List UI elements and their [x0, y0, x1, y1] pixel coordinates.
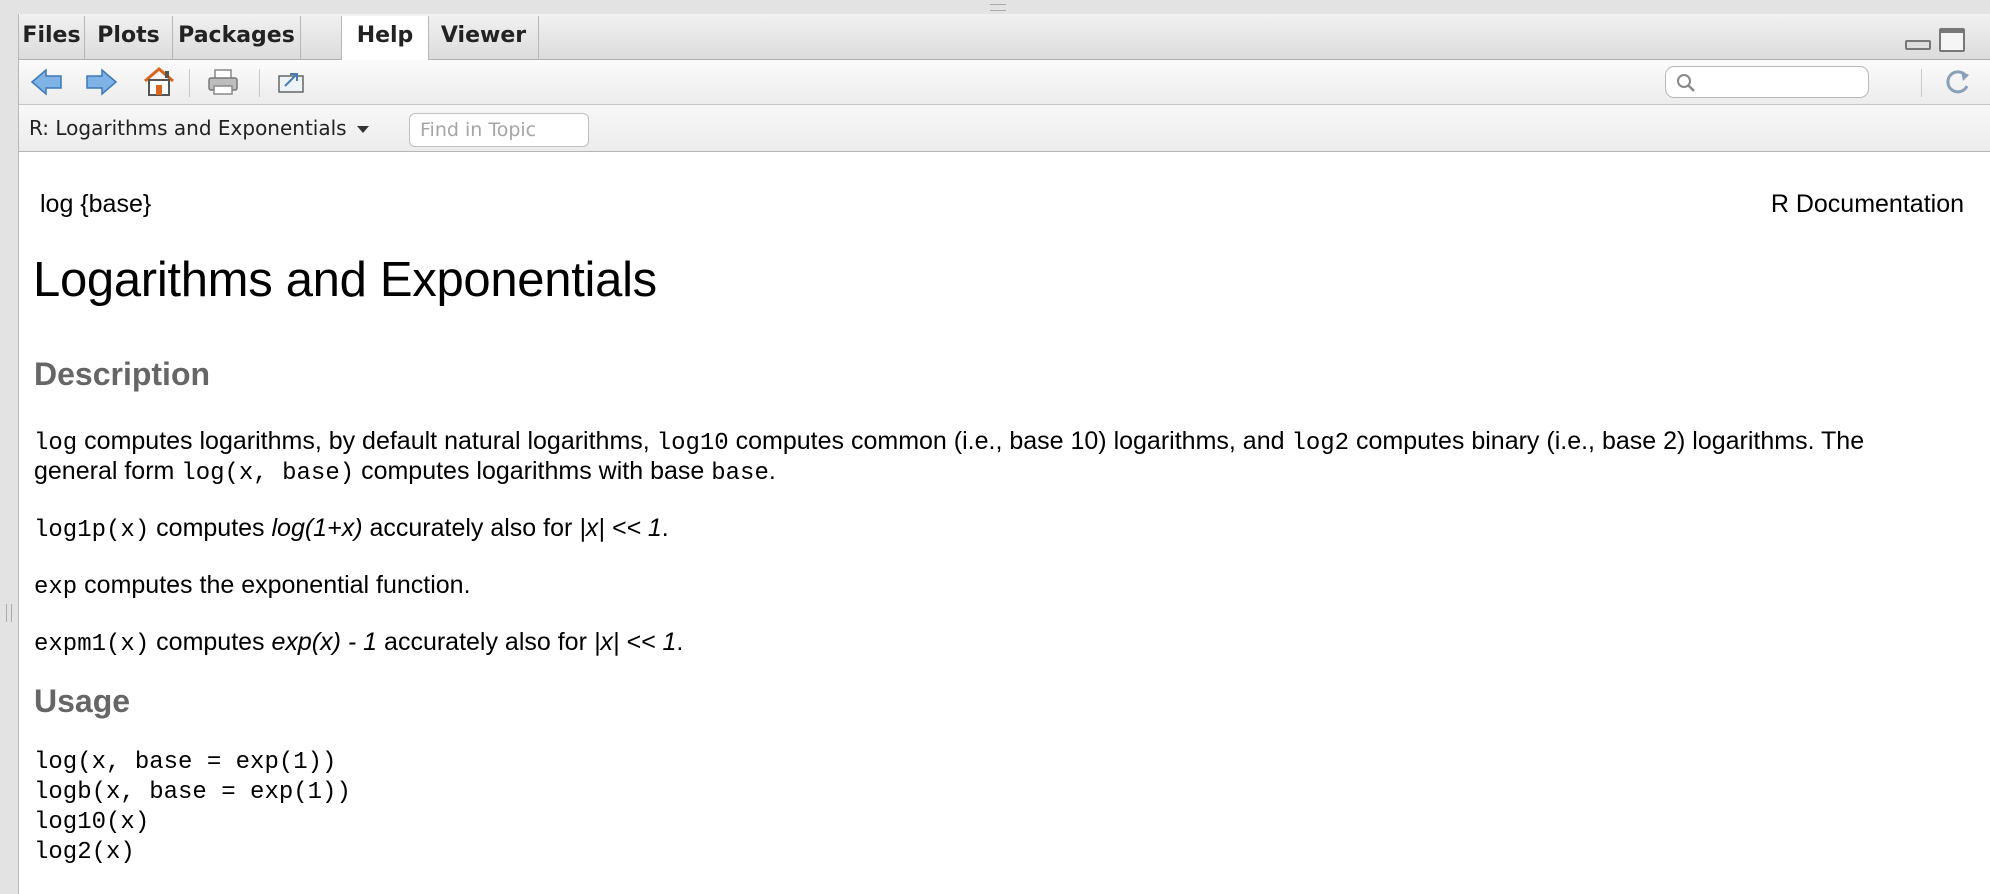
- description-paragraph: log1p(x) computes log(1+x) accurately al…: [34, 513, 1974, 546]
- page-title: Logarithms and Exponentials: [33, 253, 657, 307]
- text-span: .: [661, 514, 669, 542]
- text-span: general form: [34, 457, 182, 485]
- help-search-box[interactable]: [1665, 66, 1869, 98]
- text-span: accurately also for: [362, 514, 580, 542]
- inline-code: log(x, base): [181, 460, 355, 487]
- refresh-icon[interactable]: [1939, 66, 1975, 98]
- help-toolbar: [19, 60, 1990, 105]
- description-paragraph: general form log(x, base) computes logar…: [34, 456, 1974, 489]
- math-italic: exp(x) - 1: [271, 628, 378, 656]
- help-pane: Files Plots Packages Help Viewer R: Loga…: [18, 14, 1990, 894]
- text-span: .: [676, 628, 684, 656]
- toolbar-separator: [259, 69, 260, 97]
- inline-code: base: [711, 460, 769, 487]
- text-span: computes binary (i.e., base 2) logarithm…: [1349, 427, 1865, 455]
- tab-help[interactable]: Help: [341, 16, 429, 61]
- pane-tab-bar: Files Plots Packages Help Viewer: [19, 14, 1990, 61]
- text-span: .: [768, 457, 776, 485]
- text-span: computes the exponential function.: [77, 571, 471, 599]
- code-line: log2(x): [34, 839, 135, 866]
- usage-code-block: log(x, base = exp(1)) logb(x, base = exp(…: [34, 748, 351, 868]
- tab-files[interactable]: Files: [19, 16, 85, 60]
- math-italic: |x| << 1: [579, 514, 662, 542]
- text-span: computes logarithms with base: [354, 457, 712, 485]
- topic-bar: R: Logarithms and Exponentials: [19, 105, 1990, 152]
- text-span: computes: [149, 628, 272, 656]
- find-in-topic-input[interactable]: [409, 113, 589, 147]
- description-paragraph: exp computes the exponential function.: [34, 570, 1974, 603]
- text-span: computes common (i.e., base 10) logarith…: [728, 427, 1292, 455]
- tab-packages[interactable]: Packages: [173, 16, 301, 60]
- topic-dropdown-label: R: Logarithms and Exponentials: [29, 116, 347, 140]
- code-line: log(x, base = exp(1)): [34, 749, 337, 776]
- toolbar-separator: [189, 69, 190, 97]
- splitter-grip: [990, 4, 1006, 11]
- inline-code: log10: [656, 430, 729, 457]
- open-in-window-icon[interactable]: [273, 66, 309, 98]
- inline-code: log: [34, 430, 78, 457]
- inline-code: exp: [34, 574, 78, 601]
- doc-source-label: R Documentation: [1770, 190, 1964, 218]
- chevron-down-icon: [356, 126, 369, 133]
- help-search-input[interactable]: [1700, 70, 1864, 96]
- search-icon: [1677, 74, 1695, 92]
- description-paragraph: expm1(x) computes exp(x) - 1 accurately …: [34, 627, 1974, 660]
- text-span: accurately also for: [377, 628, 594, 656]
- inline-code: expm1(x): [34, 631, 150, 658]
- print-icon[interactable]: [205, 66, 241, 98]
- math-italic: log(1+x): [271, 514, 363, 542]
- math-italic: |x| << 1: [593, 628, 677, 656]
- forward-arrow-icon[interactable]: [83, 66, 119, 98]
- pane-splitter-left[interactable]: [0, 14, 18, 894]
- toolbar-separator: [1921, 69, 1922, 97]
- code-line: log10(x): [34, 809, 150, 836]
- tab-viewer[interactable]: Viewer: [429, 16, 539, 60]
- inline-code: log2: [1291, 430, 1350, 457]
- pane-splitter-top[interactable]: [0, 0, 1990, 14]
- minimize-pane-icon[interactable]: [1905, 40, 1931, 50]
- maximize-pane-icon[interactable]: [1939, 28, 1965, 52]
- splitter-grip: [6, 604, 12, 622]
- code-line: logb(x, base = exp(1)): [34, 779, 351, 806]
- topic-dropdown[interactable]: R: Logarithms and Exponentials: [29, 113, 369, 143]
- description-heading: Description: [34, 356, 211, 392]
- text-span: computes logarithms, by default natural …: [77, 427, 657, 455]
- back-arrow-icon[interactable]: [29, 66, 65, 98]
- help-document: log {base} R Documentation Logarithms an…: [19, 152, 1990, 894]
- home-icon[interactable]: [141, 66, 177, 98]
- doc-package-label: log {base}: [40, 190, 152, 218]
- description-paragraph: log computes logarithms, by default natu…: [34, 426, 1974, 459]
- text-span: computes: [149, 514, 272, 542]
- tab-plots[interactable]: Plots: [85, 16, 173, 60]
- usage-heading: Usage: [34, 683, 131, 719]
- inline-code: log1p(x): [34, 517, 150, 544]
